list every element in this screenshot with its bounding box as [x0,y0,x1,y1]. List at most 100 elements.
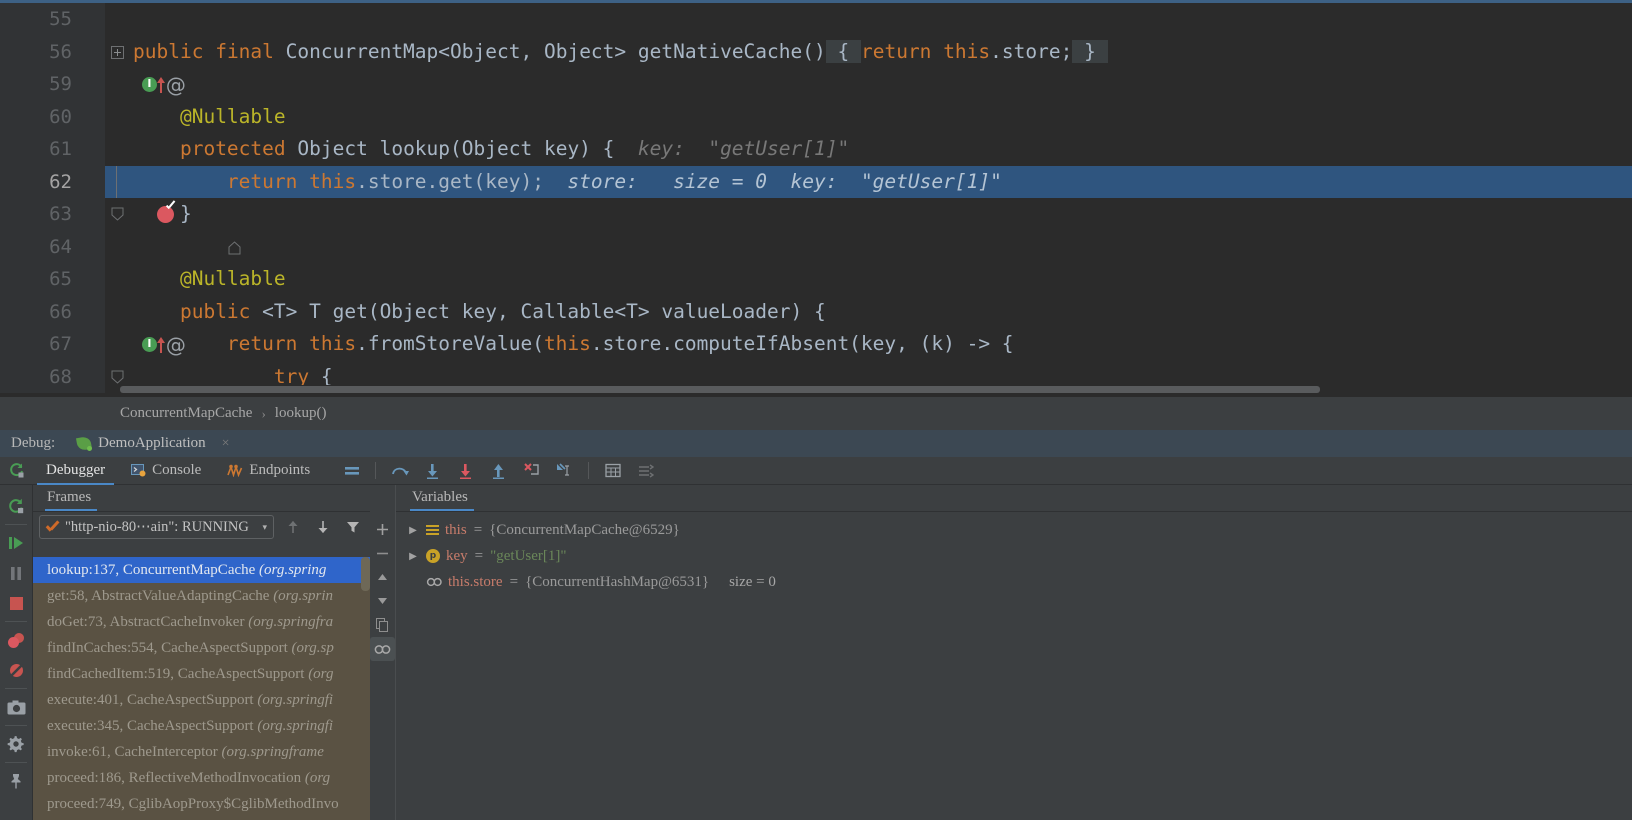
chevron-right-icon[interactable]: ▶ [406,525,420,536]
list-item[interactable]: lookup:137, ConcurrentMapCache (org.spri… [33,557,370,583]
run-to-cursor-icon[interactable] [548,456,581,486]
copy-icon[interactable] [370,613,395,637]
mute-breakpoints-icon[interactable] [0,655,33,685]
code-lines-container[interactable]: 55 56 @ public final ConcurrentMap<Objec… [0,3,1632,449]
rerun-icon[interactable] [0,491,33,521]
evaluate-expression-icon[interactable] [596,456,629,486]
move-up-icon[interactable] [370,565,395,589]
list-item[interactable]: execute:401, CacheAspectSupport (org.spr… [33,687,370,713]
list-item[interactable]: findCachedItem:519, CacheAspectSupport (… [33,661,370,687]
variables-side-toolbar[interactable] [370,485,395,820]
fold-column[interactable] [105,3,133,36]
remove-watch-icon[interactable] [370,541,395,565]
settings-icon[interactable] [629,456,662,486]
chevron-down-icon[interactable]: ▾ [262,522,267,533]
fold-chevron-down-icon[interactable] [111,337,124,416]
drop-frame-icon[interactable] [515,456,548,486]
fold-column[interactable] [105,165,133,198]
fold-chevron-down-icon[interactable] [111,370,124,449]
screenshot-icon[interactable] [0,692,33,722]
list-item[interactable]: proceed:749, CglibAopProxy$CglibMethodIn… [33,791,370,817]
tab-debugger[interactable]: Debugger [33,457,118,485]
step-into-icon[interactable] [416,456,449,486]
step-over-icon[interactable] [383,456,416,486]
scrollbar-thumb[interactable] [120,386,1320,393]
move-down-icon[interactable] [370,589,395,613]
code-line-60[interactable]: 60 @Nullable [0,100,1632,134]
code-line-66[interactable]: 66 @ public <T> T get(Object key, Callab… [0,295,1632,384]
code-line-59[interactable]: 59 [0,68,1632,101]
thread-select[interactable]: "http-nio-80⋯ain": RUNNING ▾ [39,515,274,539]
gutter-icons[interactable]: @ [48,296,186,355]
fold-column[interactable] [105,101,133,134]
fold-column[interactable] [105,133,133,221]
breadcrumb-class[interactable]: ConcurrentMapCache [120,405,252,422]
code-editor[interactable]: 55 56 @ public final ConcurrentMap<Objec… [0,0,1632,449]
frame-up-icon[interactable] [282,516,304,538]
close-icon[interactable]: × [222,436,230,452]
view-breakpoints-icon[interactable] [0,625,33,655]
variables-tree[interactable]: ▶ this = {ConcurrentMapCache@6529} ▶ p k… [396,512,1632,595]
pin-tab-icon[interactable] [0,766,33,796]
code-line-55[interactable]: 55 [0,3,1632,36]
tab-endpoints[interactable]: Endpoints [214,457,323,485]
debug-left-toolbar[interactable] [0,485,33,820]
list-item[interactable]: get:58, AbstractValueAdaptingCache (org.… [33,583,370,609]
fold-chevron-down-icon[interactable] [111,142,124,221]
breadcrumb-method[interactable]: lookup() [275,405,327,422]
list-item[interactable]: invoke:61, CacheInterceptor (org.springf… [33,739,370,765]
pause-program-icon[interactable] [0,558,33,588]
chevron-right-icon[interactable]: ▶ [406,551,420,562]
gutter-icons[interactable] [48,133,165,190]
step-out-icon[interactable] [482,456,515,486]
frames-panel[interactable]: Frames "http-nio-80⋯ain": RUNNING ▾ look… [33,485,370,820]
code-line-64[interactable]: 64 [0,230,1632,264]
code-line-65[interactable]: 65 @Nullable [0,263,1632,296]
filter-icon[interactable] [342,516,364,538]
show-execution-point-icon[interactable] [335,456,368,486]
frames-list[interactable]: lookup:137, ConcurrentMapCache (org.spri… [33,557,370,820]
code-line-61[interactable]: 61 protected Object lookup(Object key) {… [0,133,1632,221]
debugger-toolbar[interactable]: Debugger Console Endpoints [0,457,1632,485]
tree-row-key[interactable]: ▶ p key = "getUser[1]" [396,543,1632,569]
tree-row-this[interactable]: ▶ this = {ConcurrentMapCache@6529} [396,517,1632,543]
fold-column[interactable] [105,296,133,384]
breadcrumb[interactable]: ConcurrentMapCache › lookup() [0,397,1632,430]
add-watch-icon[interactable] [370,517,395,541]
debug-tool-window[interactable]: Debug: DemoApplication × Debugger Consol… [0,430,1632,820]
list-item[interactable]: doGet:73, AbstractCacheInvoker (org.spri… [33,609,370,635]
tab-console[interactable]: Console [118,457,214,485]
stop-icon[interactable] [0,588,33,618]
tree-row-this-store[interactable]: this.store = {ConcurrentHashMap@6531} si… [396,569,1632,595]
list-item[interactable]: execute:345, CacheAspectSupport (org.spr… [33,713,370,739]
fold-column[interactable] [105,231,133,264]
tab-frames[interactable]: Frames [45,489,103,511]
variables-panel[interactable]: Variables ▶ this = {ConcurrentMapCache@6… [395,485,1632,820]
fold-chevron-down-icon[interactable] [111,305,124,384]
chain-values-icon[interactable] [370,637,395,661]
code-line-67[interactable]: 67 return this.fromStoreValue(this.store… [0,328,1632,416]
gutter-icons[interactable] [48,166,174,223]
fold-column[interactable] [105,263,133,296]
tab-variables[interactable]: Variables [410,489,480,511]
list-item[interactable]: proceed:186, ReflectiveMethodInvocation … [33,765,370,791]
settings-gear-icon[interactable] [0,729,33,759]
fold-column[interactable] [105,36,133,69]
frames-scrollbar-thumb[interactable] [361,557,370,591]
frames-tabbar[interactable]: Frames [33,485,370,512]
list-item[interactable]: findInCaches:554, CacheAspectSupport (or… [33,635,370,661]
force-step-into-icon[interactable] [449,456,482,486]
run-configuration-tab[interactable]: DemoApplication × [76,435,230,452]
code-line-62-current[interactable]: 62 return this.store.get(key); store: si… [0,165,1632,223]
fold-column[interactable] [105,198,241,254]
fold-plus-icon[interactable] [111,45,124,59]
rerun-icon[interactable] [0,456,33,486]
frame-down-icon[interactable] [312,516,334,538]
variables-tabbar[interactable]: Variables [396,485,1632,512]
resume-program-icon[interactable] [0,528,33,558]
gutter-icons[interactable]: @ [48,36,186,95]
code-line-56[interactable]: 56 @ public final ConcurrentMap<Object, … [0,35,1632,95]
code-line-63[interactable]: 63 } [0,198,1632,254]
editor-horizontal-scrollbar[interactable] [105,385,1632,394]
thread-selector-row[interactable]: "http-nio-80⋯ain": RUNNING ▾ [33,512,370,542]
